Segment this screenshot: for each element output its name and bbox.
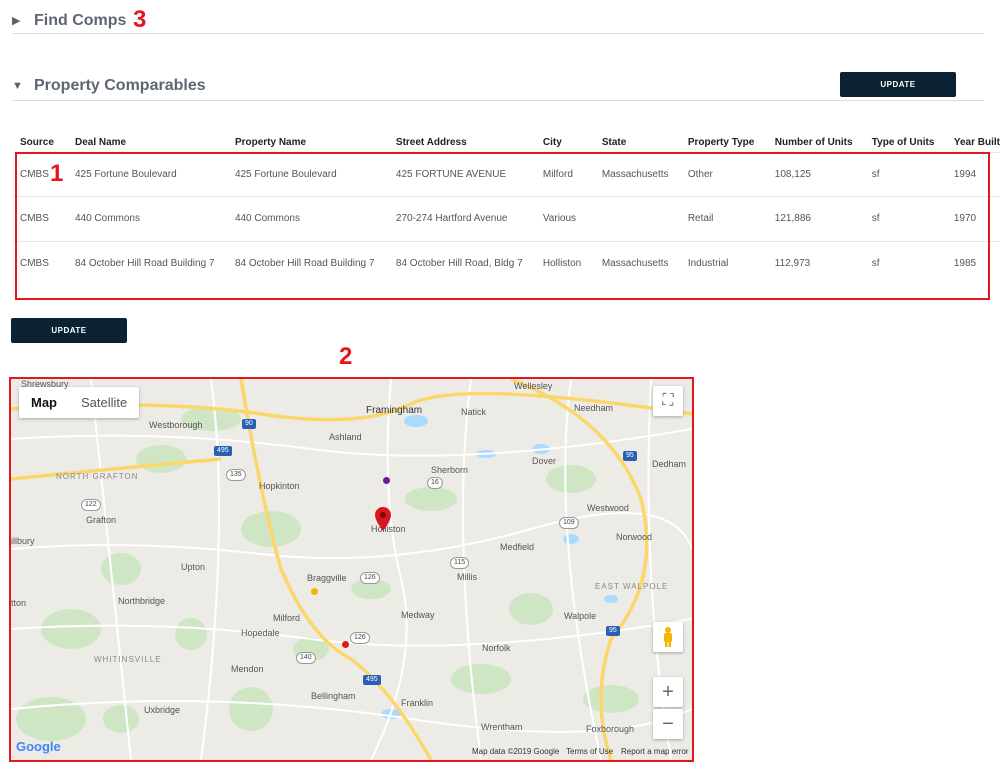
property-comparables-title: Property Comparables [34, 77, 206, 94]
col-header-state[interactable]: State [594, 134, 680, 152]
table-header-row: Source Deal Name Property Name Street Ad… [12, 134, 1000, 152]
annotation-3: 3 [133, 6, 147, 33]
annotation-2: 2 [339, 343, 353, 370]
col-header-city[interactable]: City [535, 134, 594, 152]
col-header-property-type[interactable]: Property Type [680, 134, 767, 152]
property-comparables-header[interactable]: ▼ Property Comparables [12, 72, 984, 101]
caret-right-icon[interactable]: ▶ [12, 14, 34, 27]
update-button-top[interactable]: UPDATE [840, 72, 956, 97]
find-comps-title[interactable]: Find Comps [34, 12, 126, 30]
col-header-source[interactable]: Source [12, 134, 67, 152]
col-header-street-address[interactable]: Street Address [388, 134, 535, 152]
map-highlight-box [9, 377, 694, 762]
find-comps-header[interactable]: ▶ Find Comps [12, 8, 984, 34]
col-header-type-of-units[interactable]: Type of Units [864, 134, 946, 152]
col-header-property-name[interactable]: Property Name [227, 134, 388, 152]
col-header-year-built[interactable]: Year Built [946, 134, 1000, 152]
table-highlight-box [15, 152, 990, 300]
col-header-deal-name[interactable]: Deal Name [67, 134, 227, 152]
col-header-number-of-units[interactable]: Number of Units [767, 134, 864, 152]
update-button-bottom[interactable]: UPDATE [11, 318, 127, 343]
caret-down-icon[interactable]: ▼ [12, 80, 34, 92]
annotation-1: 1 [50, 160, 64, 187]
